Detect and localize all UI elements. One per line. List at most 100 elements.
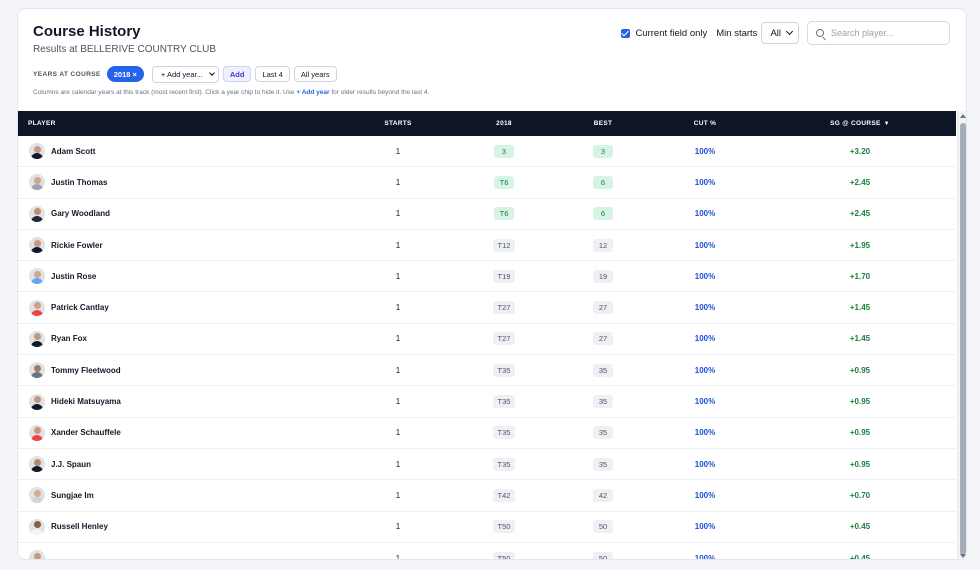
player-name[interactable]: Justin Rose	[51, 272, 96, 281]
min-starts-select[interactable]: All	[761, 22, 799, 44]
player-cell: Hideki Matsuyama	[18, 393, 348, 410]
finish-badge: T35	[492, 395, 516, 409]
finish-badge: T35	[492, 426, 516, 440]
player-name[interactable]: Tommy Fleetwood	[51, 366, 121, 375]
col-cut-pct[interactable]: CUT %	[646, 120, 764, 127]
player-cell: Justin Thomas	[18, 174, 348, 191]
finish-badge: T50	[492, 520, 516, 534]
player-cell: Patrick Cantlay	[18, 299, 348, 316]
player-cell: Tommy Fleetwood	[18, 362, 348, 379]
player-name[interactable]: Ryan Fox	[51, 334, 87, 343]
add-year-select[interactable]: + Add year...	[151, 65, 219, 83]
table-row[interactable]: 1 T50 50 100% +0.45	[18, 543, 956, 560]
cut-pct-cell: 100%	[694, 271, 716, 281]
best-badge: 27	[593, 301, 613, 315]
player-cell: Gary Woodland	[18, 205, 348, 222]
cut-pct-cell: 100%	[694, 397, 716, 407]
col-year-2018[interactable]: 2018	[448, 120, 560, 127]
hint-add-year-link: + Add year	[296, 89, 330, 96]
player-avatar	[29, 362, 45, 379]
table-row[interactable]: Russell Henley 1 T50 50 100% +0.45	[18, 512, 956, 543]
sg-cell: +0.45	[849, 553, 871, 560]
player-name[interactable]: Rickie Fowler	[51, 241, 103, 250]
cut-pct-cell: 100%	[694, 459, 716, 469]
player-name[interactable]: Patrick Cantlay	[51, 303, 109, 312]
player-avatar	[29, 518, 45, 535]
table-row[interactable]: Rickie Fowler 1 T12 12 100% +1.95	[18, 230, 956, 262]
table-row[interactable]: J.J. Spaun 1 T35 35 100% +0.95	[18, 449, 956, 481]
current-field-checkbox[interactable]	[621, 28, 631, 38]
col-best[interactable]: BEST	[560, 120, 646, 127]
player-avatar	[29, 424, 45, 441]
finish-badge: T50	[492, 551, 516, 559]
table-row[interactable]: Ryan Fox 1 T27 27 100% +1.45	[18, 324, 956, 356]
add-year-button[interactable]: Add	[222, 66, 252, 82]
col-starts[interactable]: STARTS	[348, 120, 448, 127]
finish-badge: T6	[494, 175, 514, 189]
course-history-card: Course History Results at BELLERIVE COUN…	[17, 8, 967, 560]
best-cell: 12	[560, 238, 646, 252]
sg-cell: +0.95	[849, 459, 871, 469]
add-year-placeholder: + Add year...	[160, 69, 203, 79]
table-row[interactable]: Hideki Matsuyama 1 T35 35 100% +0.95	[18, 386, 956, 418]
best-cell: 35	[560, 457, 646, 471]
year-chip-2018[interactable]: 2018 ×	[106, 66, 144, 82]
best-badge: 6	[593, 207, 613, 221]
player-avatar	[29, 205, 45, 222]
best-badge: 42	[593, 488, 613, 502]
search-input[interactable]: Search player...	[807, 21, 950, 45]
year-cell: T12	[448, 238, 560, 252]
finish-badge: 3	[494, 144, 514, 158]
all-years-button[interactable]: All years	[293, 66, 337, 82]
scroll-up-icon[interactable]	[960, 114, 966, 118]
table-row[interactable]: Justin Rose 1 T19 19 100% +1.70	[18, 261, 956, 293]
table-row[interactable]: Tommy Fleetwood 1 T35 35 100% +0.95	[18, 355, 956, 387]
player-name[interactable]: Russell Henley	[51, 522, 108, 531]
player-name[interactable]: J.J. Spaun	[51, 460, 91, 469]
cut-pct-cell: 100%	[694, 146, 716, 156]
cut-pct-cell: 100%	[694, 490, 716, 500]
table-row[interactable]: Adam Scott 1 3 3 100% +3.20	[18, 136, 956, 168]
player-name[interactable]: Gary Woodland	[51, 209, 110, 218]
table-row[interactable]: Xander Schauffele 1 T35 35 100% +0.95	[18, 418, 956, 449]
player-avatar	[29, 268, 45, 285]
col-player[interactable]: PLAYER	[18, 120, 348, 127]
table-scrollbar[interactable]	[957, 111, 966, 559]
best-cell: 27	[560, 332, 646, 346]
best-cell: 35	[560, 395, 646, 409]
sg-cell: +1.95	[849, 240, 871, 250]
best-cell: 50	[560, 520, 646, 534]
player-name[interactable]: Adam Scott	[51, 147, 95, 156]
player-name[interactable]: Xander Schauffele	[51, 428, 121, 437]
table-row[interactable]: Sungjae Im 1 T42 42 100% +0.70	[18, 480, 956, 512]
current-field-label[interactable]: Current field only	[635, 28, 707, 39]
table-row[interactable]: Gary Woodland 1 T6 6 100% +2.45	[18, 199, 956, 230]
player-name[interactable]: Hideki Matsuyama	[51, 397, 121, 406]
best-badge: 35	[593, 395, 613, 409]
sg-cell: +2.45	[849, 209, 871, 219]
player-name[interactable]: Sungjae Im	[51, 491, 94, 500]
sg-cell: +2.45	[849, 177, 871, 187]
table-row[interactable]: Patrick Cantlay 1 T27 27 100% +1.45	[18, 292, 956, 324]
player-cell: Xander Schauffele	[18, 424, 348, 441]
sort-desc-icon: ▼	[883, 121, 890, 127]
year-cell: T6	[448, 207, 560, 221]
table-row[interactable]: Justin Thomas 1 T6 6 100% +2.45	[18, 167, 956, 199]
player-cell: Russell Henley	[18, 518, 348, 535]
scroll-down-icon[interactable]	[960, 554, 966, 558]
best-badge: 6	[593, 175, 613, 189]
starts-cell: 1	[395, 271, 401, 281]
starts-cell: 1	[395, 209, 401, 219]
finish-badge: T19	[492, 269, 516, 283]
finish-badge: T6	[494, 207, 514, 221]
scroll-thumb[interactable]	[960, 123, 966, 555]
cut-pct-cell: 100%	[694, 365, 716, 375]
starts-cell: 1	[395, 522, 401, 532]
player-name[interactable]: Justin Thomas	[51, 178, 107, 187]
cut-pct-cell: 100%	[694, 522, 716, 532]
best-cell: 27	[560, 301, 646, 315]
last-4-button[interactable]: Last 4	[255, 66, 290, 82]
cut-pct-cell: 100%	[694, 303, 716, 313]
col-sg-course[interactable]: SG @ COURSE ▼	[764, 120, 956, 127]
year-cell: T6	[448, 175, 560, 189]
